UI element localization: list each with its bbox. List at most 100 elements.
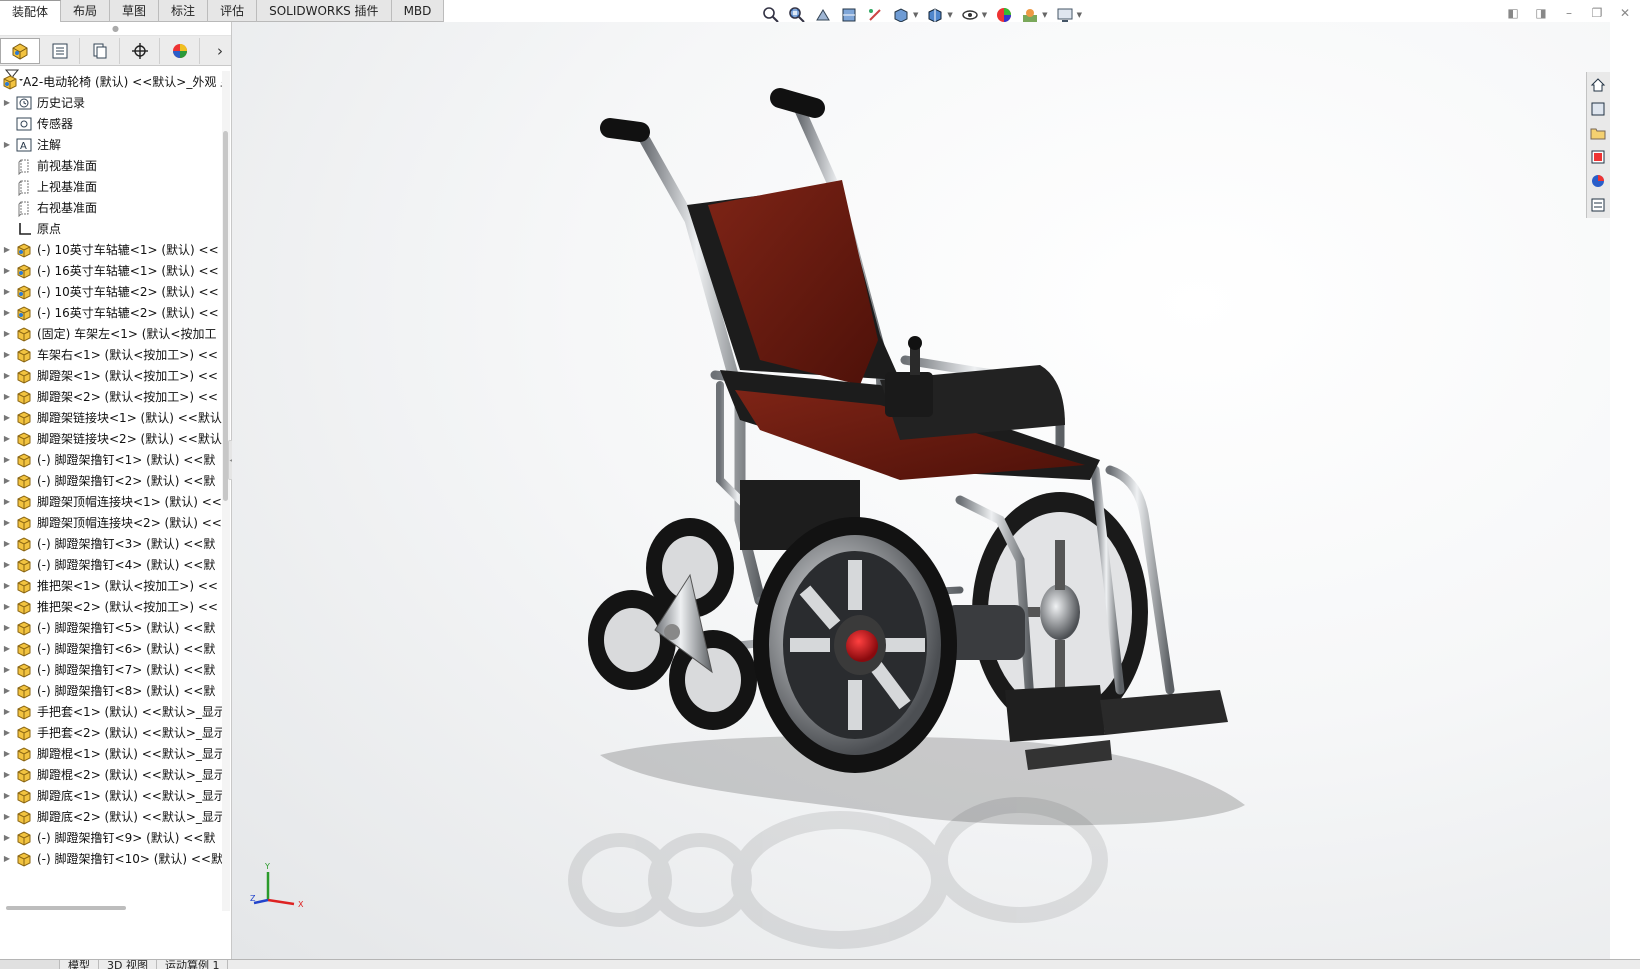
design-library-icon[interactable] — [1587, 98, 1609, 120]
tree-item[interactable]: ▶ (-) 10英寸车轱辘<1> (默认) << — [0, 239, 222, 260]
tile-right-icon[interactable]: ◨ — [1534, 6, 1548, 20]
minimize-icon[interactable]: – — [1562, 6, 1576, 20]
chevron-down-icon[interactable]: ▼ — [1042, 11, 1047, 19]
expand-arrow-icon[interactable]: ▶ — [0, 791, 14, 800]
expand-arrow-icon[interactable]: ▶ — [0, 245, 14, 254]
tree-item[interactable]: ▶ (-) 脚蹬架撸钉<9> (默认) <<默 — [0, 827, 222, 848]
bottom-tab[interactable]: 3D 视图 — [99, 960, 157, 969]
tree-item[interactable]: ▶ 脚蹬底<2> (默认) <<默认>_显示 — [0, 806, 222, 827]
expand-arrow-icon[interactable]: ▶ — [0, 413, 14, 422]
restore-icon[interactable]: ❐ — [1590, 6, 1604, 20]
expand-arrow-icon[interactable]: ▶ — [0, 812, 14, 821]
graphics-area[interactable] — [232, 22, 1610, 959]
tree-item[interactable]: 传感器 — [0, 113, 222, 134]
expand-arrow-icon[interactable]: ▶ — [0, 833, 14, 842]
command-tab[interactable]: 标注 — [159, 0, 209, 22]
tree-root-assembly[interactable]: A2-电动轮椅 (默认) <<默认>_外观 显 — [0, 71, 222, 92]
tree-item[interactable]: ▶ (-) 脚蹬架撸钉<8> (默认) <<默 — [0, 680, 222, 701]
expand-arrow-icon[interactable]: ▶ — [0, 581, 14, 590]
bottom-tab[interactable]: 运动算例 1 — [157, 960, 229, 969]
tree-item[interactable]: ▶ 手把套<1> (默认) <<默认>_显示 — [0, 701, 222, 722]
expand-arrow-icon[interactable]: ▶ — [0, 518, 14, 527]
expand-arrow-icon[interactable]: ▶ — [0, 434, 14, 443]
tree-item[interactable]: ▶ 脚蹬底<1> (默认) <<默认>_显示 — [0, 785, 222, 806]
tree-item[interactable]: ▶ A 注解 — [0, 134, 222, 155]
expand-arrow-icon[interactable]: ▶ — [0, 476, 14, 485]
tree-item[interactable]: ▶ 脚蹬棍<1> (默认) <<默认>_显示 — [0, 743, 222, 764]
tree-item[interactable]: 右视基准面 — [0, 197, 222, 218]
tab-scroll-buttons[interactable] — [0, 960, 60, 969]
custom-properties-icon[interactable] — [1587, 194, 1609, 216]
chevron-down-icon[interactable]: ▼ — [913, 11, 918, 19]
command-tab[interactable]: SOLIDWORKS 插件 — [257, 0, 392, 22]
display-manager-tab[interactable] — [160, 37, 200, 64]
feature-manager-tab[interactable] — [0, 37, 40, 64]
expand-arrow-icon[interactable]: ▶ — [0, 539, 14, 548]
tree-item[interactable]: ▶ (固定) 车架左<1> (默认<按加工 — [0, 323, 222, 344]
chevron-down-icon[interactable]: ▼ — [1077, 11, 1082, 19]
appearances-icon[interactable] — [1587, 170, 1609, 192]
expand-arrow-icon[interactable]: ▶ — [0, 644, 14, 653]
expand-arrow-icon[interactable]: ▶ — [0, 392, 14, 401]
chevron-down-icon[interactable]: ▼ — [982, 11, 987, 19]
expand-arrow-icon[interactable]: ▶ — [0, 140, 14, 149]
tree-item[interactable]: ▶ 脚蹬架<1> (默认<按加工>) << — [0, 365, 222, 386]
chevron-down-icon[interactable]: ▼ — [947, 11, 952, 19]
tree-item[interactable]: ▶ 推把架<2> (默认<按加工>) << — [0, 596, 222, 617]
expand-arrow-icon[interactable]: ▶ — [0, 98, 14, 107]
expand-arrow-icon[interactable]: ▶ — [0, 350, 14, 359]
tree-item[interactable]: ▶ 推把架<1> (默认<按加工>) << — [0, 575, 222, 596]
command-tab[interactable]: 装配体 — [0, 0, 62, 22]
view-palette-icon[interactable] — [1587, 146, 1609, 168]
tree-item[interactable]: ▶ 历史记录 — [0, 92, 222, 113]
tree-item[interactable]: ▶ (-) 10英寸车轱辘<2> (默认) << — [0, 281, 222, 302]
more-tabs-chevron-icon[interactable]: › — [209, 38, 231, 64]
tree-item[interactable]: ▶ 车架右<1> (默认<按加工>) << — [0, 344, 222, 365]
command-tab[interactable]: 草图 — [110, 0, 160, 22]
tree-item[interactable]: 前视基准面 — [0, 155, 222, 176]
home-icon[interactable] — [1587, 74, 1609, 96]
expand-arrow-icon[interactable]: ▶ — [0, 287, 14, 296]
expand-arrow-icon[interactable]: ▶ — [0, 602, 14, 611]
expand-arrow-icon[interactable]: ▶ — [0, 497, 14, 506]
property-manager-tab[interactable] — [40, 37, 80, 64]
tree-item[interactable]: ▶ 脚蹬棍<2> (默认) <<默认>_显示 — [0, 764, 222, 785]
expand-arrow-icon[interactable]: ▶ — [0, 623, 14, 632]
dimxpert-manager-tab[interactable] — [120, 37, 160, 64]
expand-arrow-icon[interactable]: ▶ — [0, 665, 14, 674]
panel-collapse-grip[interactable]: ● — [0, 22, 231, 36]
command-tab[interactable]: 评估 — [208, 0, 258, 22]
tree-item[interactable]: ▶ (-) 脚蹬架撸钉<7> (默认) <<默 — [0, 659, 222, 680]
tree-item[interactable]: ▶ 脚蹬架<2> (默认<按加工>) << — [0, 386, 222, 407]
tree-item[interactable]: ▶ 脚蹬架顶帽连接块<1> (默认) << — [0, 491, 222, 512]
expand-arrow-icon[interactable]: ▶ — [0, 770, 14, 779]
command-tab[interactable]: MBD — [392, 0, 445, 22]
close-icon[interactable]: ✕ — [1618, 6, 1632, 20]
tree-item[interactable]: ▶ (-) 脚蹬架撸钉<2> (默认) <<默 — [0, 470, 222, 491]
command-tab[interactable]: 布局 — [61, 0, 111, 22]
tree-item[interactable]: ▶ (-) 脚蹬架撸钉<6> (默认) <<默 — [0, 638, 222, 659]
tree-vertical-scrollbar[interactable] — [222, 71, 230, 911]
expand-arrow-icon[interactable]: ▶ — [0, 329, 14, 338]
bottom-tab[interactable]: 模型 — [60, 960, 99, 969]
tree-item[interactable]: ▶ (-) 脚蹬架撸钉<4> (默认) <<默 — [0, 554, 222, 575]
expand-arrow-icon[interactable]: ▶ — [0, 560, 14, 569]
expand-arrow-icon[interactable]: ▶ — [0, 308, 14, 317]
expand-arrow-icon[interactable]: ▶ — [0, 266, 14, 275]
tree-item[interactable]: 上视基准面 — [0, 176, 222, 197]
tree-item[interactable]: ▶ (-) 脚蹬架撸钉<3> (默认) <<默 — [0, 533, 222, 554]
tree-horizontal-scrollbar[interactable] — [6, 906, 126, 910]
tree-item[interactable]: ▶ 脚蹬架顶帽连接块<2> (默认) << — [0, 512, 222, 533]
file-explorer-icon[interactable] — [1587, 122, 1609, 144]
tree-item[interactable]: ▶ (-) 脚蹬架撸钉<10> (默认) <<默 — [0, 848, 222, 869]
tree-item[interactable]: ▶ (-) 脚蹬架撸钉<1> (默认) <<默 — [0, 449, 222, 470]
expand-arrow-icon[interactable]: ▶ — [0, 686, 14, 695]
expand-arrow-icon[interactable]: ▶ — [0, 371, 14, 380]
tree-item[interactable]: ▶ (-) 脚蹬架撸钉<5> (默认) <<默 — [0, 617, 222, 638]
expand-arrow-icon[interactable]: ▶ — [0, 455, 14, 464]
wheelchair-model[interactable] — [232, 22, 1610, 959]
tile-left-icon[interactable]: ◧ — [1506, 6, 1520, 20]
expand-arrow-icon[interactable]: ▶ — [0, 749, 14, 758]
tree-item[interactable]: ▶ (-) 16英寸车轱辘<2> (默认) << — [0, 302, 222, 323]
expand-arrow-icon[interactable]: ▶ — [0, 728, 14, 737]
